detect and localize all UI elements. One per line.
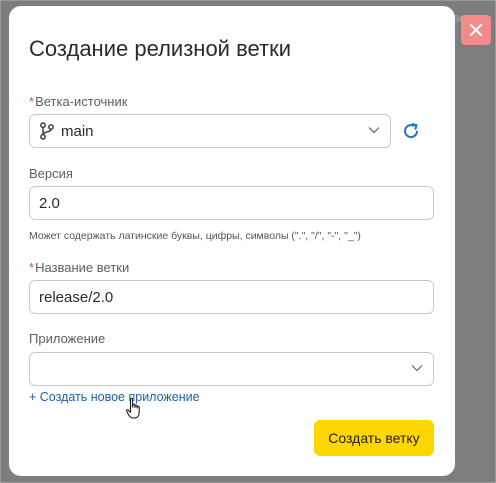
version-value: 2.0	[39, 194, 60, 212]
create-release-branch-dialog: Создание релизной ветки *Ветка-источник …	[9, 6, 455, 476]
dialog-title: Создание релизной ветки	[29, 36, 292, 61]
required-mark: *	[29, 94, 35, 109]
close-button[interactable]	[461, 15, 491, 45]
hand-pointer-icon	[125, 397, 140, 419]
source-branch-label-text: Ветка-источник	[35, 94, 128, 109]
required-mark: *	[29, 260, 35, 275]
branch-name-label-text: Название ветки	[35, 260, 130, 275]
close-icon	[470, 24, 482, 36]
create-application-link[interactable]: + Создать новое приложение	[29, 390, 200, 404]
branch-name-input[interactable]: release/2.0	[29, 280, 434, 314]
version-label: Версия	[29, 166, 73, 181]
chevron-down-icon	[368, 127, 380, 134]
source-branch-value: main	[61, 122, 94, 140]
overlay-backdrop: ве Создание релизной ветки *Ветка-источн…	[0, 0, 496, 483]
source-branch-label: *Ветка-источник	[29, 94, 127, 109]
application-label: Приложение	[29, 331, 106, 346]
version-hint: Может содержать латинские буквы, цифры, …	[29, 230, 361, 242]
branch-name-value: release/2.0	[39, 288, 114, 306]
create-branch-button[interactable]: Создать ветку	[314, 420, 434, 456]
source-branch-select[interactable]: main	[29, 114, 391, 148]
git-branch-icon	[40, 122, 54, 140]
chevron-down-icon	[411, 365, 423, 372]
version-input[interactable]: 2.0	[29, 186, 434, 220]
branch-name-label: *Название ветки	[29, 260, 129, 275]
application-select[interactable]	[29, 352, 434, 386]
refresh-icon[interactable]	[401, 121, 421, 141]
